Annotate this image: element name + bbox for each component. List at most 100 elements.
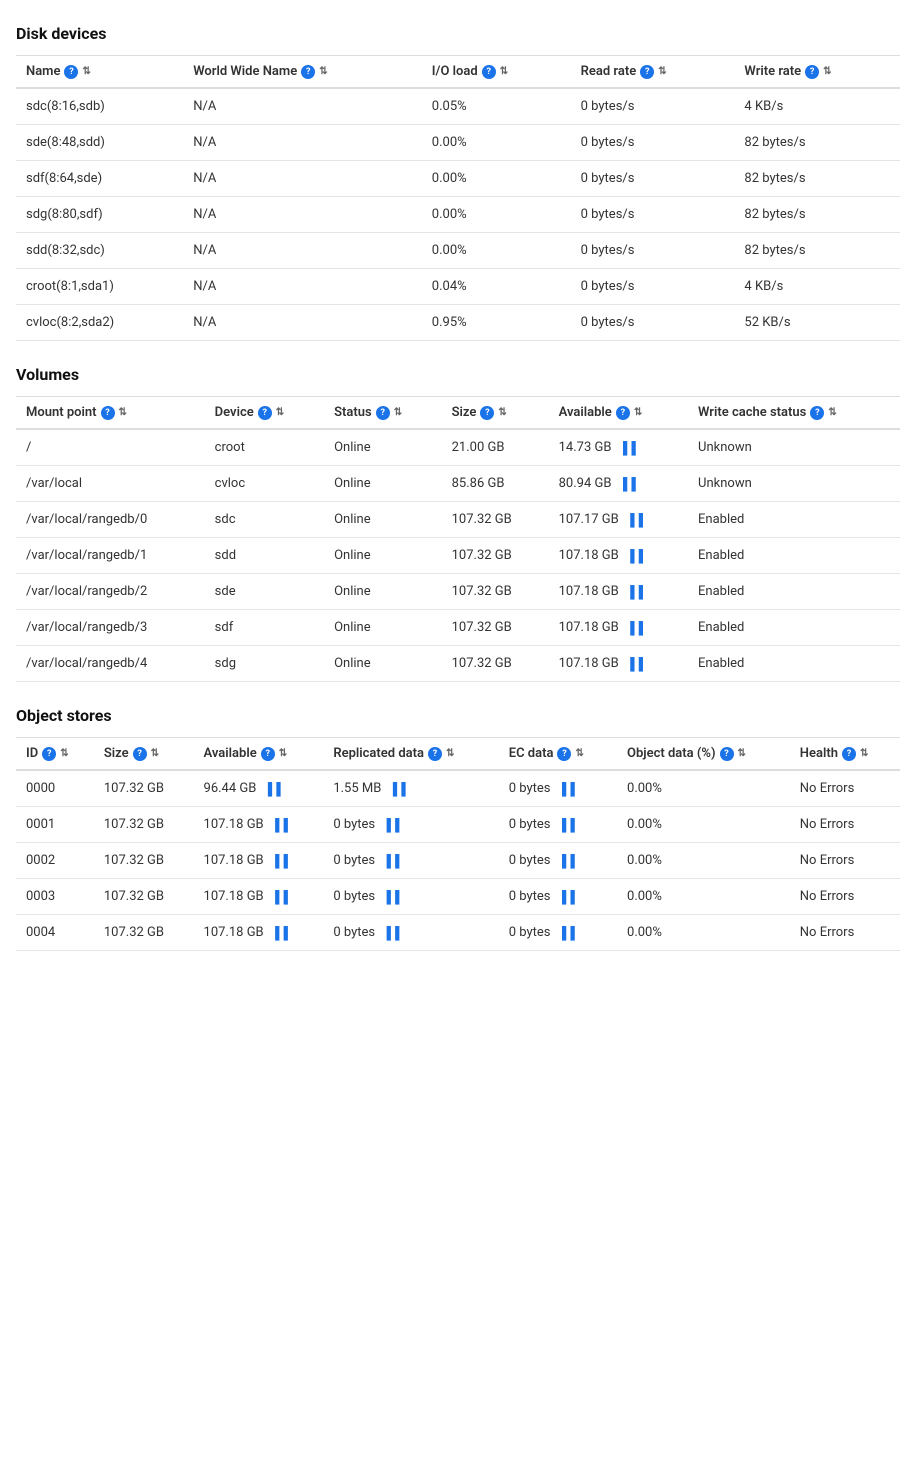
io-load-sort-icon[interactable]: ⇅: [500, 66, 508, 77]
write-cache-help-icon[interactable]: ?: [810, 406, 824, 420]
os-object-data-pct-cell: 0.00%: [617, 915, 790, 951]
object-data-pct-help-icon[interactable]: ?: [720, 747, 734, 761]
disk-io-load-cell: 0.00%: [422, 161, 571, 197]
health-help-icon[interactable]: ?: [842, 747, 856, 761]
read-rate-sort-icon[interactable]: ⇅: [658, 66, 666, 77]
write-rate-sort-icon[interactable]: ⇅: [823, 66, 831, 77]
os-ec-data-cell: 0 bytes ▐▐: [499, 807, 617, 843]
vol-col-available: Available ? ⇅: [549, 397, 688, 430]
ec-chart-icon[interactable]: ▐▐: [558, 782, 575, 796]
os-available-chart-icon[interactable]: ▐▐: [271, 890, 288, 904]
mount-point-help-icon[interactable]: ?: [101, 406, 115, 420]
os-object-data-pct-cell: 0.00%: [617, 843, 790, 879]
status-sort-icon[interactable]: ⇅: [394, 407, 402, 418]
os-id-sort-icon[interactable]: ⇅: [60, 748, 68, 759]
ec-chart-icon[interactable]: ▐▐: [558, 890, 575, 904]
vol-device-cell: sdc: [205, 502, 324, 538]
vol-size-help-icon[interactable]: ?: [480, 406, 494, 420]
object-data-pct-sort-icon[interactable]: ⇅: [738, 748, 746, 759]
os-id-help-icon[interactable]: ?: [42, 747, 56, 761]
replicated-chart-icon[interactable]: ▐▐: [382, 890, 399, 904]
available-chart-icon[interactable]: ▐▐: [626, 585, 643, 599]
col-write-rate: Write rate ? ⇅: [734, 56, 900, 89]
health-sort-icon[interactable]: ⇅: [860, 748, 868, 759]
os-available-chart-icon[interactable]: ▐▐: [271, 854, 288, 868]
disk-name-cell: sde(8:48,sdd): [16, 125, 183, 161]
device-help-icon[interactable]: ?: [258, 406, 272, 420]
vol-write-cache-cell: Enabled: [688, 538, 900, 574]
volume-row: /var/local cvloc Online 85.86 GB 80.94 G…: [16, 466, 900, 502]
mount-point-sort-icon[interactable]: ⇅: [119, 407, 127, 418]
vol-mount-point-cell: /: [16, 429, 205, 466]
os-available-chart-icon[interactable]: ▐▐: [271, 818, 288, 832]
wwn-help-icon[interactable]: ?: [301, 65, 315, 79]
os-available-sort-icon[interactable]: ⇅: [279, 748, 287, 759]
disk-wwn-cell: N/A: [183, 125, 422, 161]
wwn-sort-icon[interactable]: ⇅: [319, 66, 327, 77]
ec-chart-icon[interactable]: ▐▐: [558, 818, 575, 832]
ec-chart-icon[interactable]: ▐▐: [558, 854, 575, 868]
write-cache-sort-icon[interactable]: ⇅: [828, 407, 836, 418]
disk-io-load-cell: 0.05%: [422, 88, 571, 125]
vol-write-cache-cell: Unknown: [688, 466, 900, 502]
os-size-cell: 107.32 GB: [94, 879, 194, 915]
available-chart-icon[interactable]: ▐▐: [626, 513, 643, 527]
col-io-load: I/O load ? ⇅: [422, 56, 571, 89]
replicated-data-sort-icon[interactable]: ⇅: [446, 748, 454, 759]
vol-size-cell: 107.32 GB: [442, 538, 549, 574]
disk-read-rate-cell: 0 bytes/s: [571, 161, 735, 197]
replicated-data-help-icon[interactable]: ?: [428, 747, 442, 761]
name-help-icon[interactable]: ?: [64, 65, 78, 79]
status-help-icon[interactable]: ?: [376, 406, 390, 420]
col-name: Name ? ⇅: [16, 56, 183, 89]
vol-device-cell: croot: [205, 429, 324, 466]
replicated-chart-icon[interactable]: ▐▐: [382, 854, 399, 868]
replicated-chart-icon[interactable]: ▐▐: [382, 926, 399, 940]
vol-status-cell: Online: [324, 429, 442, 466]
available-chart-icon[interactable]: ▐▐: [626, 621, 643, 635]
vol-write-cache-cell: Enabled: [688, 502, 900, 538]
os-health-cell: No Errors: [790, 879, 900, 915]
vol-available-help-icon[interactable]: ?: [616, 406, 630, 420]
write-rate-help-icon[interactable]: ?: [805, 65, 819, 79]
disk-write-rate-cell: 82 bytes/s: [734, 125, 900, 161]
os-available-help-icon[interactable]: ?: [261, 747, 275, 761]
vol-write-cache-cell: Enabled: [688, 646, 900, 682]
volume-row: /var/local/rangedb/4 sdg Online 107.32 G…: [16, 646, 900, 682]
replicated-chart-icon[interactable]: ▐▐: [382, 818, 399, 832]
disk-read-rate-cell: 0 bytes/s: [571, 88, 735, 125]
available-chart-icon[interactable]: ▐▐: [626, 549, 643, 563]
os-id-cell: 0002: [16, 843, 94, 879]
disk-device-row: sdc(8:16,sdb) N/A 0.05% 0 bytes/s 4 KB/s: [16, 88, 900, 125]
os-col-ec-data: EC data ? ⇅: [499, 738, 617, 771]
os-replicated-data-cell: 0 bytes ▐▐: [323, 879, 498, 915]
object-store-row: 0002 107.32 GB 107.18 GB ▐▐ 0 bytes ▐▐ 0…: [16, 843, 900, 879]
vol-available-sort-icon[interactable]: ⇅: [634, 407, 642, 418]
os-col-available: Available ? ⇅: [194, 738, 324, 771]
os-available-chart-icon[interactable]: ▐▐: [271, 926, 288, 940]
disk-io-load-cell: 0.95%: [422, 305, 571, 341]
device-sort-icon[interactable]: ⇅: [276, 407, 284, 418]
replicated-chart-icon[interactable]: ▐▐: [389, 782, 406, 796]
ec-data-sort-icon[interactable]: ⇅: [575, 748, 583, 759]
ec-data-help-icon[interactable]: ?: [557, 747, 571, 761]
available-chart-icon[interactable]: ▐▐: [626, 657, 643, 671]
vol-write-cache-cell: Unknown: [688, 429, 900, 466]
os-col-object-data-pct: Object data (%) ? ⇅: [617, 738, 790, 771]
vol-device-cell: sdf: [205, 610, 324, 646]
os-size-sort-icon[interactable]: ⇅: [151, 748, 159, 759]
available-chart-icon[interactable]: ▐▐: [619, 441, 636, 455]
available-chart-icon[interactable]: ▐▐: [619, 477, 636, 491]
disk-write-rate-cell: 82 bytes/s: [734, 233, 900, 269]
os-object-data-pct-cell: 0.00%: [617, 879, 790, 915]
os-available-chart-icon[interactable]: ▐▐: [264, 782, 281, 796]
read-rate-help-icon[interactable]: ?: [640, 65, 654, 79]
os-id-cell: 0004: [16, 915, 94, 951]
os-size-help-icon[interactable]: ?: [133, 747, 147, 761]
io-load-help-icon[interactable]: ?: [482, 65, 496, 79]
ec-chart-icon[interactable]: ▐▐: [558, 926, 575, 940]
name-sort-icon[interactable]: ⇅: [82, 66, 90, 77]
os-available-cell: 107.18 GB ▐▐: [194, 843, 324, 879]
vol-size-sort-icon[interactable]: ⇅: [498, 407, 506, 418]
os-health-cell: No Errors: [790, 915, 900, 951]
